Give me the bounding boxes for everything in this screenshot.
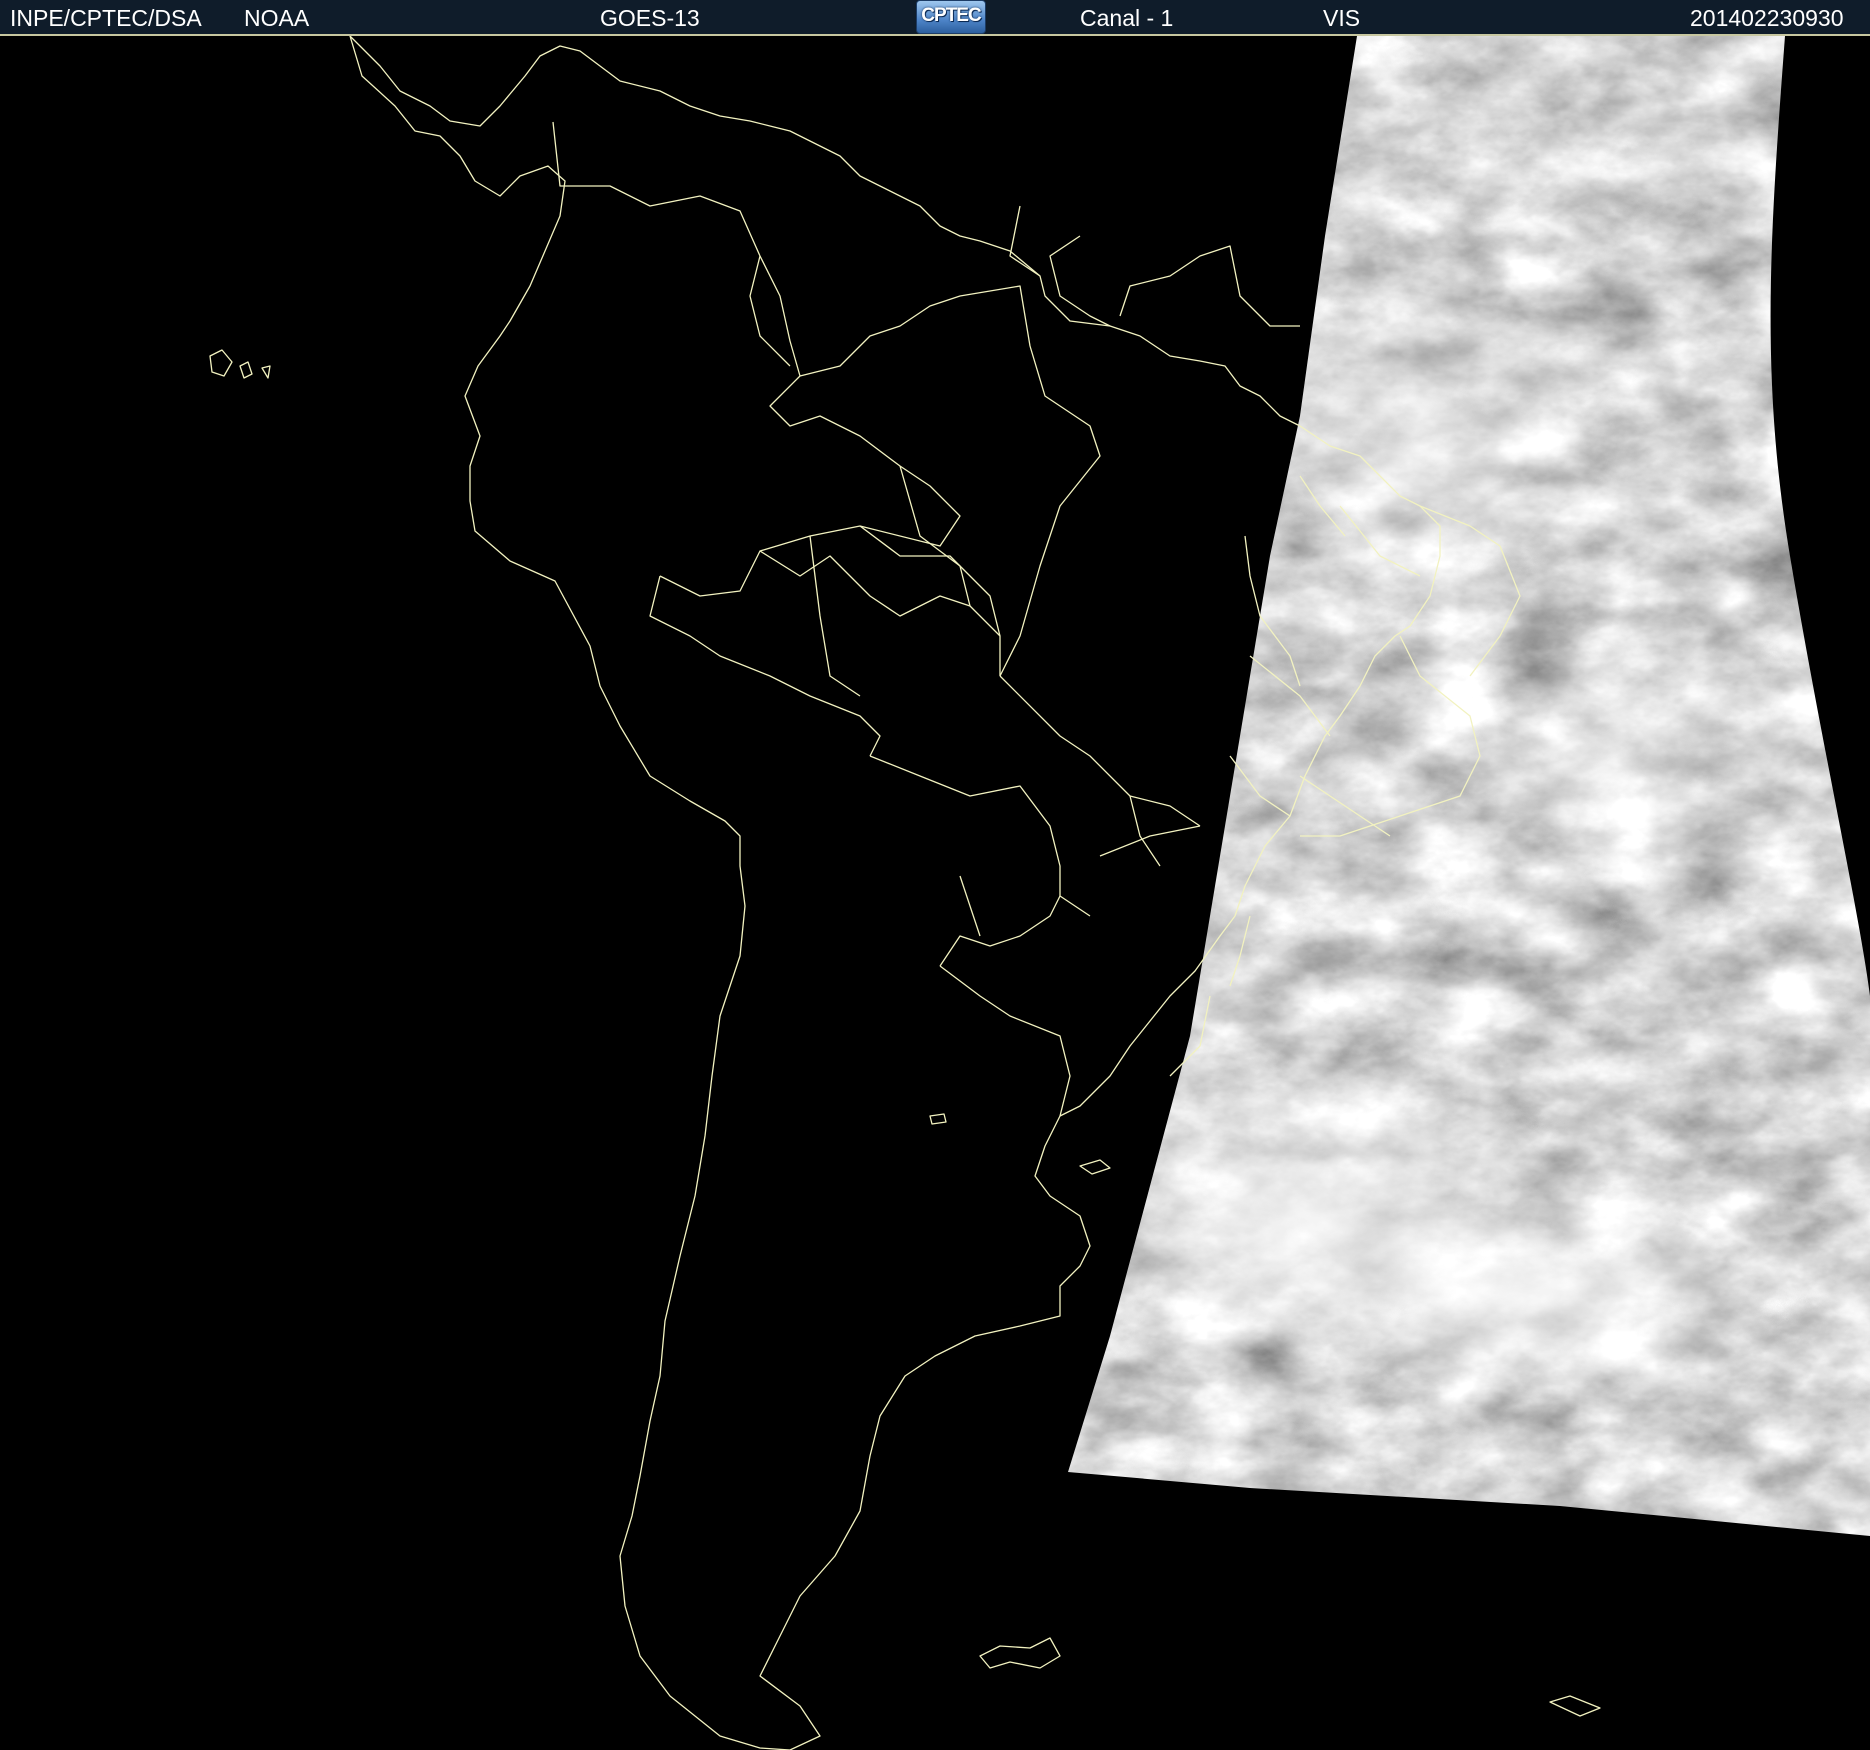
- channel-label: Canal - 1: [1080, 5, 1174, 31]
- institution-label: INPE/CPTEC/DSA: [10, 5, 202, 31]
- satellite-map: [209, 36, 1870, 1750]
- cptec-logo-text: CPTEC: [921, 5, 981, 26]
- cptec-logo: CPTEC: [916, 0, 986, 34]
- timestamp-label: 201402230930: [1690, 5, 1844, 31]
- satellite-label: GOES-13: [600, 5, 700, 31]
- agency-label: NOAA: [244, 5, 310, 31]
- band-label: VIS: [1323, 5, 1361, 31]
- image-header-bar: INPE/CPTEC/DSA NOAA GOES-13 CPTEC Canal …: [0, 0, 1870, 36]
